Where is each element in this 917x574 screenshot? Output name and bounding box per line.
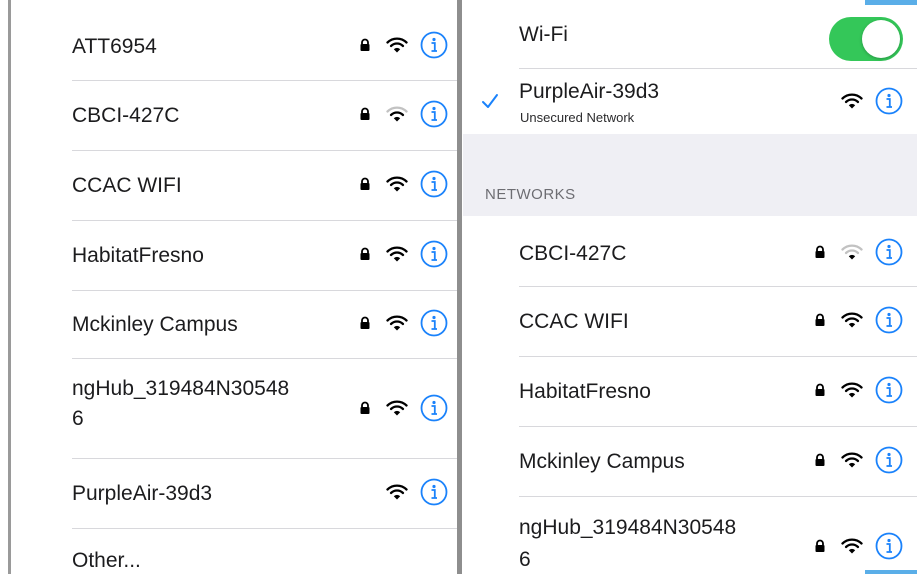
- connected-network-name: PurpleAir-39d3: [519, 80, 660, 103]
- info-icon[interactable]: [420, 394, 448, 422]
- network-icons: [358, 309, 448, 337]
- checkmark-icon: [482, 94, 498, 108]
- info-icon[interactable]: [420, 31, 448, 59]
- network-row-habitatfresno[interactable]: HabitatFresno: [0, 220, 458, 290]
- network-icons: [813, 532, 903, 560]
- network-icons: [358, 240, 448, 268]
- network-icons: [358, 31, 448, 59]
- network-icons: [358, 170, 448, 198]
- network-row-ccac-wifi[interactable]: CCAC WIFI: [0, 150, 458, 220]
- network-name: HabitatFresno: [519, 380, 651, 403]
- wifi-label: Wi-Fi: [519, 23, 568, 46]
- wifi-signal-icon: [386, 400, 408, 415]
- other-network-label: Other...: [72, 549, 141, 572]
- wifi-signal-weak-icon: [841, 244, 863, 259]
- info-icon[interactable]: [875, 446, 903, 474]
- network-row-ccac-wifi[interactable]: CCAC WIFI: [463, 286, 917, 356]
- lock-icon: [815, 539, 825, 552]
- toggle-knob: [862, 20, 900, 58]
- network-row-cbci-427c[interactable]: CBCI-427C: [463, 216, 917, 286]
- info-icon[interactable]: [420, 309, 448, 337]
- wifi-signal-icon: [386, 37, 408, 52]
- network-row-cbci-427c[interactable]: CBCI-427C: [0, 80, 458, 150]
- network-name: ngHub_319484N30548: [72, 377, 290, 400]
- lock-icon: [815, 313, 825, 326]
- network-name: PurpleAir-39d3: [72, 482, 213, 505]
- left-wifi-network-list: ATT6954 CBCI-427C CCAC WIFI HabitatFresn…: [0, 0, 458, 574]
- info-icon[interactable]: [420, 170, 448, 198]
- network-row-purpleair[interactable]: PurpleAir-39d3: [0, 458, 458, 528]
- panel-divider: [457, 0, 462, 574]
- network-icons: [827, 87, 903, 115]
- section-header-label: NETWORKS: [485, 186, 576, 203]
- lock-icon: [360, 38, 370, 51]
- wifi-signal-icon: [386, 176, 408, 191]
- network-row-nghub[interactable]: ngHub_319484N30548 6: [0, 358, 458, 458]
- info-icon[interactable]: [875, 376, 903, 404]
- network-icons: [813, 376, 903, 404]
- wifi-signal-icon: [841, 93, 863, 108]
- network-name: CCAC WIFI: [519, 310, 629, 333]
- wifi-signal-icon: [841, 382, 863, 397]
- wifi-signal-icon: [386, 484, 408, 499]
- wifi-toggle-row: Wi-Fi: [463, 0, 917, 68]
- network-name-line2: 6: [72, 407, 84, 430]
- lock-icon: [360, 316, 370, 329]
- other-network-row[interactable]: Other...: [0, 528, 458, 574]
- networks-section-header: NETWORKS: [463, 134, 917, 216]
- network-icons: [358, 100, 448, 128]
- wifi-signal-icon: [841, 452, 863, 467]
- connected-network-row[interactable]: PurpleAir-39d3 Unsecured Network: [463, 68, 917, 134]
- connected-network-subtitle: Unsecured Network: [520, 110, 635, 125]
- network-icons: [813, 238, 903, 266]
- lock-icon: [815, 383, 825, 396]
- wifi-signal-icon: [386, 246, 408, 261]
- network-name: ATT6954: [72, 35, 157, 58]
- lock-icon: [815, 245, 825, 258]
- network-name: Mckinley Campus: [72, 313, 238, 336]
- info-icon[interactable]: [420, 240, 448, 268]
- info-icon[interactable]: [875, 306, 903, 334]
- network-row-habitatfresno[interactable]: HabitatFresno: [463, 356, 917, 426]
- lock-icon: [360, 247, 370, 260]
- wifi-signal-icon: [841, 312, 863, 327]
- info-icon[interactable]: [875, 532, 903, 560]
- lock-icon: [360, 107, 370, 120]
- corner-highlight: [865, 570, 917, 574]
- network-name-line2: 6: [519, 548, 531, 571]
- wifi-signal-weak-icon: [386, 106, 408, 121]
- network-icons: [813, 446, 903, 474]
- network-icons: [358, 394, 448, 422]
- network-name: Mckinley Campus: [519, 450, 685, 473]
- network-name: CBCI-427C: [72, 104, 180, 127]
- info-icon[interactable]: [875, 87, 903, 115]
- network-icons: [813, 306, 903, 334]
- lock-icon: [360, 401, 370, 414]
- network-name: ngHub_319484N30548: [519, 516, 737, 539]
- network-row-nghub[interactable]: ngHub_319484N30548 6: [463, 496, 917, 574]
- info-icon[interactable]: [875, 238, 903, 266]
- network-row-mckinley-campus[interactable]: Mckinley Campus: [0, 290, 458, 358]
- network-name: HabitatFresno: [72, 244, 204, 267]
- info-icon[interactable]: [420, 100, 448, 128]
- network-name: CCAC WIFI: [72, 174, 182, 197]
- network-row-att6954[interactable]: ATT6954: [0, 0, 458, 80]
- lock-icon: [815, 453, 825, 466]
- lock-icon: [360, 177, 370, 190]
- corner-highlight: [865, 0, 917, 5]
- wifi-signal-icon: [841, 538, 863, 553]
- right-wifi-settings: Wi-Fi PurpleAir-39d3 Unsecured Network N…: [463, 0, 917, 574]
- wifi-toggle[interactable]: [829, 17, 903, 61]
- wifi-signal-icon: [386, 315, 408, 330]
- network-row-mckinley-campus[interactable]: Mckinley Campus: [463, 426, 917, 496]
- info-icon[interactable]: [420, 478, 448, 506]
- network-icons: [372, 478, 448, 506]
- network-name: CBCI-427C: [519, 242, 627, 265]
